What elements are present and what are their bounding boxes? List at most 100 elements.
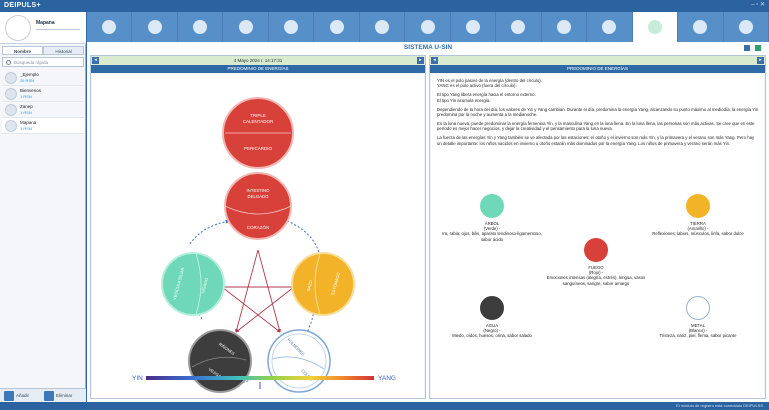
add-user-icon [4, 391, 14, 401]
user-name: Zanep [20, 104, 33, 109]
trash-icon [44, 391, 54, 401]
metal-element-circle[interactable]: PULMONES COLON [267, 329, 331, 393]
module-chart-button[interactable] [678, 12, 724, 42]
module-spine-button[interactable] [405, 12, 451, 42]
module-meditation-button[interactable] [496, 12, 542, 42]
paragraph: En la luna nueva, puede predominar la en… [437, 120, 755, 132]
delete-label: Eliminar [56, 393, 73, 398]
water-dot [480, 296, 504, 320]
paragraph: El tipo Yang libera energía hacia el ent… [437, 92, 536, 103]
monitor-icon [465, 20, 480, 34]
yoga-icon [284, 20, 299, 34]
module-fingerprint-button[interactable] [178, 12, 224, 42]
module-monitor-button[interactable] [451, 12, 497, 42]
list-item[interactable]: Mapana 1 RSN [2, 118, 84, 134]
element-fire: FUEGO (Rojo) - Emociones intensas (alegr… [541, 238, 651, 286]
info-text: YIN es el polo pasivo de la energía (den… [437, 78, 759, 150]
module-energy-button[interactable] [542, 12, 588, 42]
date-navigator: ◂ 4 Mayo 2024 r. 14:17:31 ▸ [91, 56, 425, 65]
user-name: Bienvenos [20, 88, 42, 93]
small-intestine-label-2: DELGADO [247, 194, 269, 199]
user-count: 1 RSN [20, 94, 32, 99]
element-metal: METAL (Blanco) - Tristeza, nariz, piel, … [643, 296, 753, 339]
module-infinity-button[interactable] [724, 12, 769, 42]
paragraph: La fuerza de las energías Yin y Yang tam… [437, 135, 755, 146]
module-balance-button[interactable] [132, 12, 178, 42]
earth-element-circle[interactable]: BAZO ESTÓMAGO [291, 252, 355, 316]
page-title: SISTEMA U-SIN [403, 44, 453, 51]
energy-info-panel: ◂ ▸ PREDOMINIO DE ENERGÍAS YIN es el pol… [429, 55, 766, 399]
earth-dot [686, 194, 710, 218]
module-heart-button[interactable] [87, 12, 133, 42]
add-label: Añadir [16, 393, 30, 398]
search-input[interactable]: Búsqueda rápida [2, 57, 84, 67]
next-page-button[interactable]: ▸ [757, 57, 764, 64]
liver-icon [329, 20, 344, 34]
status-bar: El módulo de registro está conectado DEI… [0, 402, 769, 410]
module-liver-button[interactable] [314, 12, 360, 42]
user-count: 1 RSN [20, 110, 32, 115]
wood-dot [480, 194, 504, 218]
tab-historial[interactable]: Historial [43, 46, 84, 55]
element-earth: TIERRA (Amarillo) - Reflexiones; labios,… [643, 194, 753, 237]
fire-dot [584, 238, 608, 262]
chart-icon [693, 20, 708, 34]
profile-name: Mapana [36, 20, 55, 26]
export-icon[interactable] [755, 45, 761, 51]
avatar [5, 104, 17, 116]
pericardium-label: PERICARDIO [244, 146, 273, 151]
sidebar-tabs: Nombre Historial [2, 46, 84, 55]
search-placeholder: Búsqueda rápida [14, 60, 49, 65]
control-star [221, 249, 295, 333]
small-intestine-label-1: INTESTINO [247, 188, 271, 193]
element-desc: Ira, rabia; ojos, bilis, aparato tendino… [442, 231, 542, 242]
paragraph: Dependiendo de la hora del día, los valo… [437, 106, 759, 118]
user-count: 1 RSN [20, 126, 32, 131]
heart-icon [102, 20, 117, 34]
fire-element-circle[interactable]: INTESTINO DELGADO CORAZÓN [224, 172, 292, 240]
energy-circle-icon [556, 20, 571, 34]
module-yoga-button[interactable] [269, 12, 315, 42]
element-desc: Emociones intensas (alegría, estrés), le… [546, 275, 646, 286]
paragraph: YIN es el polo pasivo de la energía (den… [437, 78, 542, 89]
triple-heater-label-2: CALENTADOR [243, 119, 274, 124]
element-desc: Miedo, oídos, huesos, orina, sabor salad… [452, 333, 532, 339]
module-shield-button[interactable] [223, 12, 269, 42]
shield-icon [238, 20, 253, 34]
prev-page-button[interactable]: ◂ [431, 57, 438, 64]
panel-header: PREDOMINIO DE ENERGÍAS [430, 65, 765, 73]
user-count: 26 RSN [20, 78, 35, 83]
app-title: DEIPULS+ [4, 2, 41, 9]
current-date: 4 Mayo 2024 r. 14:17:31 [233, 58, 283, 63]
wood-element-circle[interactable]: VESÍCULA BILIAR HÍGADO [161, 252, 225, 316]
yang-label: YANG [378, 375, 396, 382]
profile-divider [36, 29, 80, 30]
list-item[interactable]: Bienvenos 1 RSN [2, 86, 84, 102]
triple-heater-circle[interactable]: TRIPLE CALENTADOR PERICARDIO [222, 97, 294, 169]
list-item[interactable]: Zanep 1 RSN [2, 102, 84, 118]
profile-card[interactable]: Mapana [0, 12, 86, 44]
print-icon[interactable] [743, 45, 750, 51]
list-item[interactable]: _Ejemplo 26 RSN [2, 70, 84, 86]
tab-nombre[interactable]: Nombre [2, 46, 43, 55]
lungs-icon [375, 20, 390, 34]
module-lungs-button[interactable] [360, 12, 406, 42]
main-area: SISTEMA U-SIN ◂ 4 Mayo 2024 r. 14:17:31 … [87, 42, 769, 402]
module-yin-yang-button[interactable] [587, 12, 633, 42]
next-date-button[interactable]: ▸ [417, 57, 424, 64]
panel-header: PREDOMINIO DE ENERGÍAS [91, 65, 425, 73]
module-star-button[interactable] [632, 12, 679, 42]
title-bar: DEIPULS+ – ▫ ✕ [0, 0, 769, 12]
five-elements-diagram: TRIPLE CALENTADOR PERICARDIO INTESTINO D… [92, 74, 424, 398]
metal-dot [686, 296, 710, 320]
info-navigator: ◂ ▸ [430, 56, 765, 65]
water-element-circle[interactable]: RIÑONES VEJIGA [188, 329, 252, 393]
prev-date-button[interactable]: ◂ [92, 57, 99, 64]
five-elements-svg: TRIPLE CALENTADOR PERICARDIO INTESTINO D… [132, 97, 396, 393]
title-actions [740, 45, 761, 53]
delete-button[interactable]: Eliminar [44, 391, 72, 401]
add-button[interactable]: Añadir [4, 391, 29, 401]
window-controls[interactable]: – ▫ ✕ [751, 1, 765, 8]
energy-diagram-panel: ◂ 4 Mayo 2024 r. 14:17:31 ▸ PREDOMINIO D… [90, 55, 426, 399]
star-icon [647, 20, 662, 34]
